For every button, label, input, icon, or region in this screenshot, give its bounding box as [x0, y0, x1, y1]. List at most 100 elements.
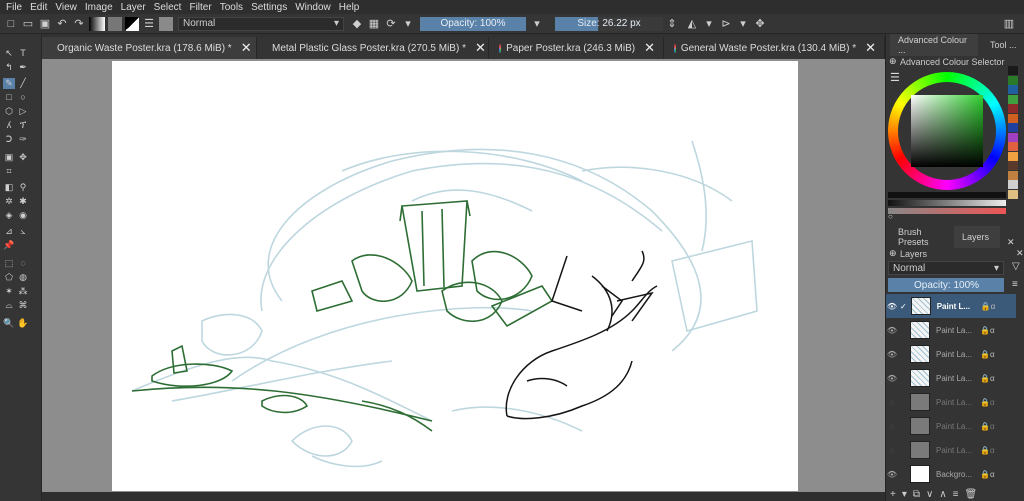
- polygon-tool-icon[interactable]: ⬡: [3, 106, 15, 117]
- similar-select-icon[interactable]: ⁂: [17, 286, 29, 297]
- menu-item-image[interactable]: Image: [85, 2, 113, 13]
- tab-document[interactable]: Organic Waste Poster.kra (178.6 MiB) * ✕: [42, 37, 257, 59]
- chevron-down-icon[interactable]: ▾: [401, 17, 415, 31]
- colour-swatch[interactable]: [1008, 151, 1018, 161]
- layer-row[interactable]: 👁 Backgro... 🔒α: [886, 462, 1016, 486]
- freehand-brush-icon[interactable]: ✎: [3, 78, 15, 89]
- tab-document[interactable]: General Waste Poster.kra (130.4 MiB) * ✕: [664, 37, 885, 59]
- colour-swatch[interactable]: [1008, 180, 1018, 189]
- size-slider[interactable]: Size: 26.22 px: [555, 16, 663, 31]
- menu-item-window[interactable]: Window: [295, 2, 331, 13]
- magnetic-select-icon[interactable]: ⌘: [17, 300, 29, 311]
- zoom-tool-icon[interactable]: 🔍: [3, 318, 15, 329]
- preserve-alpha-icon[interactable]: ▦: [367, 17, 381, 31]
- menu-item-settings[interactable]: Settings: [251, 2, 287, 13]
- chevron-down-icon[interactable]: ▾: [902, 489, 907, 500]
- visible-icon[interactable]: 👁: [886, 470, 898, 479]
- mirror-horizontal-icon[interactable]: ◭: [685, 17, 699, 31]
- filter-icon[interactable]: ▽: [1012, 261, 1020, 272]
- lightness-slider-bar[interactable]: [888, 200, 1006, 206]
- colour-swatch[interactable]: [1008, 142, 1018, 151]
- add-layer-icon[interactable]: +: [890, 489, 896, 500]
- lock-alpha-icons[interactable]: 🔒α: [980, 374, 995, 383]
- gradient-icon[interactable]: [89, 16, 105, 31]
- close-icon[interactable]: ✕: [1007, 237, 1015, 248]
- colour-swatch[interactable]: [1008, 113, 1018, 123]
- colour-swatch[interactable]: [1008, 104, 1018, 113]
- tab-brush-presets[interactable]: Brush Presets: [890, 226, 954, 248]
- brush-settings-icon[interactable]: ☰: [142, 17, 156, 31]
- lock-alpha-icons[interactable]: 🔒α: [980, 350, 995, 359]
- new-document-icon[interactable]: □: [4, 17, 18, 31]
- move-up-icon[interactable]: ∧: [939, 489, 946, 500]
- canvas-paper[interactable]: [112, 61, 798, 491]
- visible-icon[interactable]: 👁: [886, 302, 898, 311]
- reference-images-icon[interactable]: 📌: [3, 240, 15, 251]
- layer-menu-icon[interactable]: ≡: [1012, 279, 1018, 290]
- pin-icon[interactable]: ⊕: [889, 248, 897, 259]
- gradient-tool-icon[interactable]: ◧: [3, 182, 15, 193]
- move-tool-icon[interactable]: ✥: [17, 152, 29, 163]
- close-icon[interactable]: ✕: [644, 40, 655, 56]
- lock-alpha-icons[interactable]: 🔒α: [980, 422, 995, 431]
- brush-preset-icon[interactable]: [159, 16, 173, 31]
- colour-swatch[interactable]: [1008, 161, 1018, 170]
- multibrush-icon[interactable]: ✑: [17, 134, 29, 145]
- layer-opacity-slider[interactable]: Opacity: 100%: [888, 278, 1004, 292]
- spin-buttons-icon[interactable]: ⇕: [665, 17, 679, 31]
- rect-select-icon[interactable]: ⬚: [3, 258, 15, 269]
- menu-item-select[interactable]: Select: [154, 2, 182, 13]
- layer-row[interactable]: ◌ Paint La... 🔒α: [886, 390, 1016, 414]
- polygon-select-icon[interactable]: ⬠: [3, 272, 15, 283]
- visible-icon[interactable]: 👁: [886, 350, 898, 359]
- tab-document[interactable]: Paper Poster.kra (246.3 MiB) ✕: [489, 37, 664, 59]
- hue-ring[interactable]: [888, 72, 1006, 190]
- menu-item-help[interactable]: Help: [339, 2, 360, 13]
- move-down-icon[interactable]: ∨: [926, 489, 933, 500]
- dynamic-brush-icon[interactable]: Ↄ: [3, 134, 15, 145]
- calligraphy-icon[interactable]: ✒: [17, 62, 29, 73]
- colour-swatch[interactable]: [1008, 66, 1018, 75]
- freehand-select-icon[interactable]: ◍: [17, 272, 29, 283]
- hidden-icon[interactable]: ◌: [886, 422, 898, 431]
- horizontal-scrollbar[interactable]: [42, 492, 885, 501]
- colour-swatch[interactable]: [1008, 132, 1018, 142]
- mirror-vertical-icon[interactable]: ⊳: [719, 17, 733, 31]
- chevron-down-icon[interactable]: ▾: [530, 17, 544, 31]
- ellipse-tool-icon[interactable]: ○: [17, 92, 29, 103]
- measure-tool-icon[interactable]: ⦣: [17, 226, 29, 237]
- saturation-value-square[interactable]: [911, 95, 983, 167]
- delete-layer-icon[interactable]: 🗑: [965, 489, 978, 500]
- save-icon[interactable]: ▣: [38, 17, 52, 31]
- eraser-icon[interactable]: ◆: [350, 17, 364, 31]
- properties-icon[interactable]: ≡: [953, 489, 959, 500]
- close-icon[interactable]: ✕: [241, 40, 252, 56]
- fg-bg-color-icon[interactable]: [125, 16, 139, 31]
- slider-handle-icon[interactable]: ○: [888, 212, 893, 221]
- hidden-icon[interactable]: ◌: [886, 446, 898, 455]
- workspace-icon[interactable]: ▥: [1002, 17, 1016, 31]
- ellipse-select-icon[interactable]: ◌: [17, 258, 29, 269]
- lock-alpha-icons[interactable]: 🔒α: [980, 398, 995, 407]
- assistant-tool-icon[interactable]: ⊿: [3, 226, 15, 237]
- wrap-around-icon[interactable]: ✥: [753, 17, 767, 31]
- open-document-icon[interactable]: ▭: [21, 17, 35, 31]
- colour-swatch[interactable]: [1008, 85, 1018, 94]
- opacity-slider[interactable]: Opacity: 100%: [420, 16, 526, 31]
- blend-mode-select[interactable]: Normal ▾: [178, 16, 344, 31]
- colour-swatch[interactable]: [1008, 189, 1018, 199]
- menu-item-file[interactable]: File: [6, 2, 22, 13]
- lock-alpha-icons[interactable]: 🔒α: [981, 302, 996, 311]
- tab-layers[interactable]: Layers: [954, 226, 1000, 248]
- reload-preset-icon[interactable]: ⟳: [384, 17, 398, 31]
- lock-alpha-icons[interactable]: 🔒α: [980, 326, 995, 335]
- enclose-fill-icon[interactable]: ◉: [17, 210, 29, 221]
- rectangle-tool-icon[interactable]: □: [3, 92, 15, 103]
- colour-swatch[interactable]: [1008, 94, 1018, 104]
- line-tool-icon[interactable]: ╱: [17, 78, 29, 89]
- polyline-tool-icon[interactable]: ▷: [17, 106, 29, 117]
- tab-document[interactable]: Metal Plastic Glass Poster.kra (270.5 Mi…: [257, 37, 489, 59]
- smart-patch-icon[interactable]: ✱: [17, 196, 29, 207]
- hidden-icon[interactable]: ◌: [886, 398, 898, 407]
- visible-icon[interactable]: 👁: [886, 326, 898, 335]
